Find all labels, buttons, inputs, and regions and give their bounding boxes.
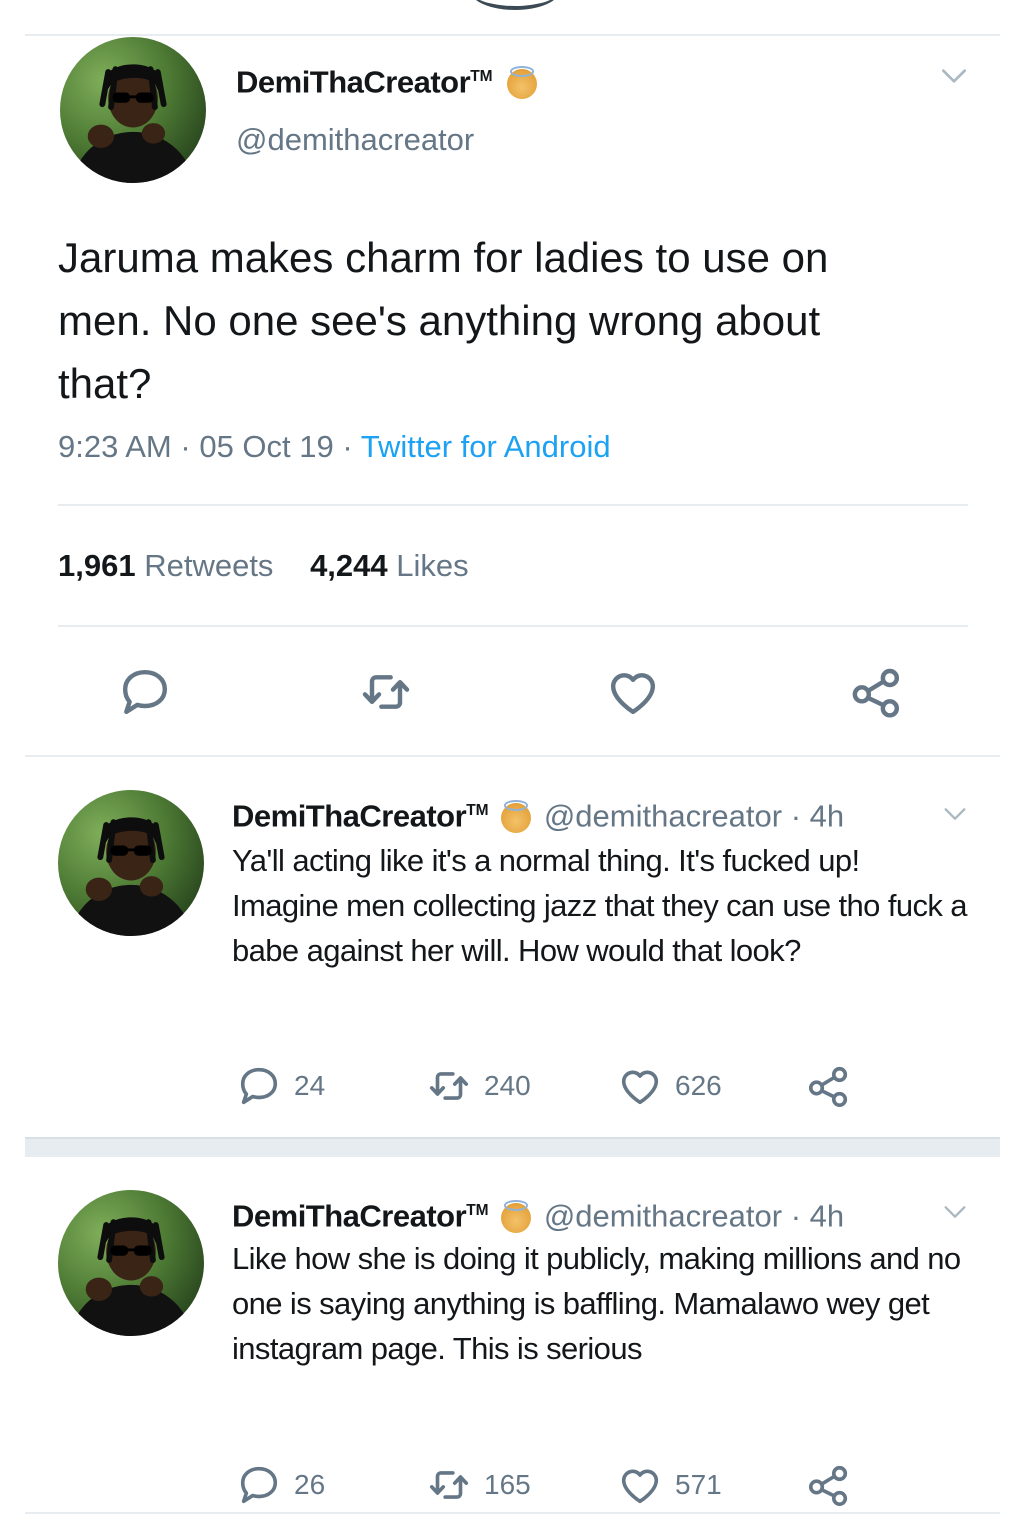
tweet-date: 05 Oct 19	[199, 429, 334, 464]
display-name[interactable]: DemiThaCreator	[232, 798, 467, 833]
retweets-label: Retweets	[144, 548, 274, 583]
retweets-stat[interactable]: 1,961 Retweets	[58, 548, 273, 583]
retweet-action[interactable]: 165	[426, 1462, 531, 1508]
avatar-photo-icon	[58, 790, 204, 936]
angel-emoji-icon	[507, 66, 538, 100]
share-icon[interactable]	[806, 1462, 852, 1508]
avatar[interactable]	[58, 790, 204, 936]
divider	[58, 625, 968, 627]
author-handle[interactable]: @demithacreator	[236, 121, 474, 159]
trademark-mark: TM	[470, 68, 493, 85]
avatar-photo-icon	[60, 37, 206, 183]
share-icon[interactable]	[806, 1063, 852, 1109]
reply-header: DemiThaCreatorTM @demithacreator · 4h	[232, 792, 844, 835]
top-partial-avatar-edge	[470, 0, 560, 10]
reply-time: · 4h	[790, 798, 845, 834]
like-action[interactable]: 626	[617, 1063, 722, 1109]
likes-label: Likes	[396, 548, 469, 583]
reply-count: 26	[294, 1469, 326, 1500]
avatar[interactable]	[58, 1190, 204, 1336]
retweet-action[interactable]: 240	[426, 1063, 531, 1109]
divider	[25, 755, 1000, 757]
likes-stat[interactable]: 4,244 Likes	[310, 548, 469, 583]
retweet-count: 240	[484, 1070, 531, 1101]
like-count: 626	[675, 1070, 722, 1101]
like-count: 571	[675, 1469, 722, 1500]
tweet-stats: 1,961 Retweets 4,244 Likes	[58, 546, 469, 586]
display-name: DemiThaCreator	[236, 64, 471, 100]
like-icon[interactable]	[605, 664, 661, 720]
chevron-down-icon[interactable]	[941, 1198, 969, 1226]
top-divider	[25, 34, 1000, 36]
reply-text: Like how she is doing it publicly, makin…	[232, 1241, 961, 1366]
reply-action[interactable]: 26	[236, 1462, 325, 1508]
reply-text: Ya'll acting like it's a normal thing. I…	[232, 843, 968, 968]
retweet-icon	[426, 1462, 472, 1508]
divider	[58, 504, 968, 506]
like-icon	[617, 1063, 663, 1109]
chevron-down-icon[interactable]	[938, 60, 970, 92]
reply-header: DemiThaCreatorTM @demithacreator · 4h	[232, 1192, 844, 1235]
thread-separator	[25, 1137, 1000, 1157]
retweet-icon	[426, 1063, 472, 1109]
chevron-down-icon[interactable]	[941, 800, 969, 828]
trademark-mark: TM	[466, 1202, 489, 1219]
likes-count: 4,244	[310, 548, 388, 583]
retweet-count: 165	[484, 1469, 531, 1500]
like-icon	[617, 1462, 663, 1508]
tweet-time: 9:23 AM	[58, 429, 172, 464]
author-handle[interactable]: @demithacreator	[544, 798, 782, 833]
reply-action[interactable]: 24	[236, 1063, 325, 1109]
author-name[interactable]: DemiThaCreatorTM	[236, 58, 538, 101]
reply-icon	[236, 1063, 282, 1109]
bottom-divider	[25, 1512, 1000, 1514]
reply-time: · 4h	[790, 1198, 845, 1234]
reply-icon[interactable]	[117, 664, 173, 720]
display-name[interactable]: DemiThaCreator	[232, 1198, 467, 1233]
tweet-meta: 9:23 AM · 05 Oct 19 · Twitter for Androi…	[58, 427, 611, 467]
retweets-count: 1,961	[58, 548, 136, 583]
reply-count: 24	[294, 1070, 326, 1101]
author-handle[interactable]: @demithacreator	[544, 1198, 782, 1233]
reply-icon	[236, 1462, 282, 1508]
meta-dot: ·	[180, 429, 191, 464]
trademark-mark: TM	[466, 802, 489, 819]
tweet-source-link[interactable]: Twitter for Android	[361, 429, 611, 464]
meta-dot: ·	[342, 429, 353, 464]
angel-emoji-icon	[501, 800, 532, 834]
share-icon[interactable]	[849, 664, 905, 720]
angel-emoji-icon	[501, 1200, 532, 1234]
like-action[interactable]: 571	[617, 1462, 722, 1508]
tweet-text: Jaruma makes charm for ladies to use on …	[58, 234, 829, 407]
avatar[interactable]	[60, 37, 206, 183]
avatar-photo-icon	[58, 1190, 204, 1336]
retweet-icon[interactable]	[358, 664, 414, 720]
